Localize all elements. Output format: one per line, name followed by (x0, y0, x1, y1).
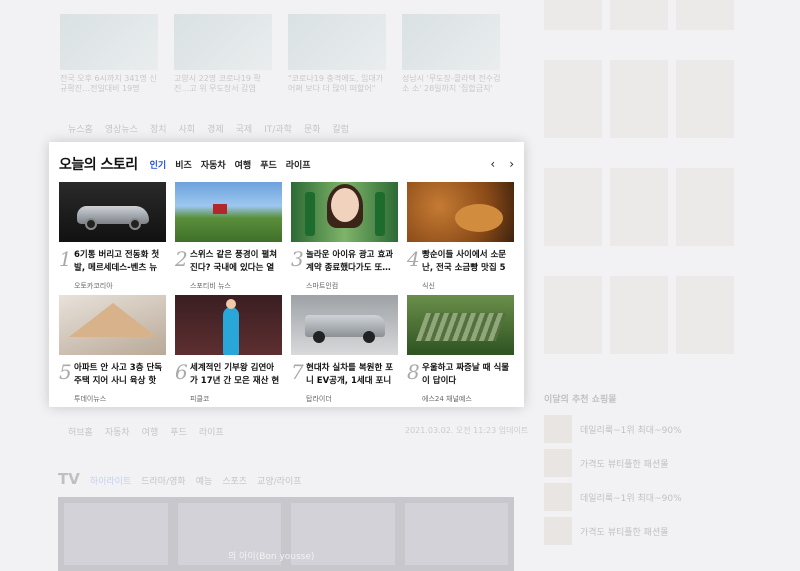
story-thumbnail (59, 182, 166, 242)
story-item[interactable]: 5아파트 안 사고 3층 단독주택 지어 사니 육상 핫밭… 투데이뉴스 (59, 295, 166, 403)
story-thumbnail (175, 295, 282, 355)
story-grid: 16기통 버리고 전동화 첫발, 메르세데스-벤츠 뉴 C … 오토카코리아 2… (59, 182, 515, 403)
hub-tabs: 허브홈 자동차 여행 푸드 라이프 (68, 428, 224, 438)
tv-video-strip: 의 아이(Bon yousse) (58, 497, 514, 571)
shop-title: 이달의 추천 쇼핑몰 (544, 395, 617, 405)
today-story-card: 오늘의 스토리 인기 비즈 자동차 여행 푸드 라이프 ‹ › 1 6기통 버리고… (49, 142, 524, 407)
story-item[interactable]: 16기통 버리고 전동화 첫발, 메르세데스-벤츠 뉴 C … 오토카코리아 (59, 182, 166, 290)
story-nav: ‹ › (490, 157, 514, 171)
story-source: 오토카코리아 (74, 282, 113, 290)
tv-section-header: TV 하이라이트 드라마/영화 예능 스포츠 교양/라이프 (58, 470, 302, 488)
story-source: 투데이뉴스 (74, 395, 107, 403)
chevron-left-icon[interactable]: ‹ (490, 157, 495, 171)
hub-update-time: 2021.03.02. 오전 11:23 업데이트 (405, 426, 529, 435)
story-source: 피클코 (190, 395, 210, 403)
story-item[interactable]: 2스위스 같은 풍경이 펼쳐진다? 국내에 있다는 열차… 스포티비 뉴스 (175, 182, 282, 290)
news-card: 전국 오후 6시까지 341명 신규확진…전일대비 19명 (60, 0, 160, 96)
tab-food[interactable]: 푸드 (260, 158, 277, 171)
tab-popular[interactable]: 인기 (150, 158, 167, 171)
chevron-right-icon[interactable]: › (509, 157, 514, 171)
story-source: 에스24 채널예스 (422, 395, 472, 403)
tab-biz[interactable]: 비즈 (175, 158, 192, 171)
story-rank: 3 (291, 247, 304, 271)
story-rank: 6 (175, 360, 188, 384)
story-thumbnail (175, 182, 282, 242)
story-rank: 5 (59, 360, 72, 384)
story-header: 오늘의 스토리 인기 비즈 자동차 여행 푸드 라이프 ‹ › (59, 154, 514, 174)
story-item[interactable]: 4빵순이들 사이에서 소문난, 전국 소금빵 맛집 5곳 식신 (407, 182, 514, 290)
story-item[interactable]: 8 우울하고 짜증날 때 식물이 답이다 에스24 채널예스 (407, 295, 514, 403)
story-headline: 세계적인 기부왕 김연아가 17년 간 모은 재산 현황 (190, 363, 280, 386)
news-card: "코로나19 충격에도, 임대가 어쩌 보다 더 많이 떠할어" (288, 0, 388, 96)
story-headline: 빵순이들 사이에서 소문난, 전국 소금빵 맛집 5곳 (422, 250, 507, 273)
tab-life[interactable]: 라이프 (286, 158, 311, 171)
story-thumbnail (291, 295, 398, 355)
story-tabs: 인기 비즈 자동차 여행 푸드 라이프 (150, 158, 311, 171)
story-rank: 8 (407, 360, 420, 384)
tab-car[interactable]: 자동차 (201, 158, 226, 171)
story-rank: 4 (407, 247, 420, 271)
story-thumbnail (407, 182, 514, 242)
story-thumbnail (291, 182, 398, 242)
shopping-grid (544, 0, 744, 384)
story-headline: 아파트 안 사고 3층 단독주택 지어 사니 육상 핫밭… (74, 363, 163, 386)
story-headline: 놀라운 아이유 광고 효과 계약 종료했다가도 또… (306, 250, 394, 273)
news-thumbnails: 전국 오후 6시까지 341명 신규확진…전일대비 19명 고양시 22명 코로… (60, 0, 520, 100)
story-rank: 7 (291, 360, 304, 384)
story-item[interactable]: 3 놀라운 아이유 광고 효과 계약 종료했다가도 또… 스마트인컴 (291, 182, 398, 290)
story-headline: 현대차 실차를 복원한 포니 EV공개, 1세대 포니의 귀환 (306, 363, 394, 386)
story-title: 오늘의 스토리 (59, 157, 138, 173)
news-card: 고양시 22명 코로나19 확진…고 위 무도장서 감염 (174, 0, 274, 96)
news-card: 성남시 '무도장-콜라텍 전수검소 소' 28일까지 '집합금지' (402, 0, 502, 96)
story-rank: 2 (175, 247, 188, 271)
story-thumbnail (59, 295, 166, 355)
story-item[interactable]: 6세계적인 기부왕 김연아가 17년 간 모은 재산 현황 피클코 (175, 295, 282, 403)
story-source: 스마트인컴 (306, 282, 339, 290)
story-source: 탑라이더 (306, 395, 332, 403)
story-headline: 스위스 같은 풍경이 펼쳐진다? 국내에 있다는 열차… (190, 250, 278, 273)
story-source: 식신 (422, 282, 435, 290)
shop-list: 데일리룩~1위 최대~90% 가격도 뷰티플한 패션몰 데일리룩~1위 최대~9… (544, 415, 682, 551)
story-headline: 6기통 버리고 전동화 첫발, 메르세데스-벤츠 뉴 C … (74, 250, 160, 273)
story-thumbnail (407, 295, 514, 355)
news-tabs: 뉴스홈 영상뉴스 정치 사회 경제 국제 IT/과학 문화 칼럼 (68, 125, 350, 135)
story-headline: 우울하고 짜증날 때 식물이 답이다 (422, 363, 510, 386)
story-source: 스포티비 뉴스 (190, 282, 231, 290)
story-item[interactable]: 7현대차 실차를 복원한 포니 EV공개, 1세대 포니의 귀환 탑라이더 (291, 295, 398, 403)
story-rank: 1 (59, 247, 72, 271)
tab-travel[interactable]: 여행 (235, 158, 252, 171)
